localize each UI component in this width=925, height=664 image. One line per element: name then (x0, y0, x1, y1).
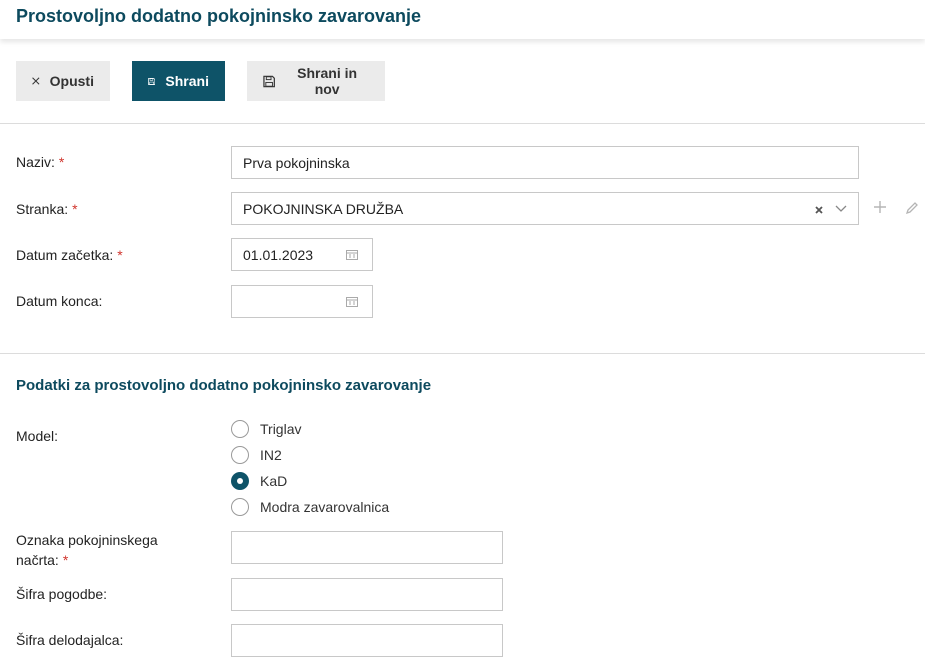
edit-icon[interactable] (905, 201, 919, 215)
radio-label: Triglav (260, 421, 302, 437)
section-title: Podatki za prostovoljno dodatno pokojnin… (16, 377, 432, 394)
page-title: Prostovoljno dodatno pokojninsko zavarov… (16, 6, 422, 26)
oznaka-label: Oznaka pokojninskega načrta: * (16, 532, 158, 568)
required-marker: * (72, 201, 78, 217)
save-button[interactable]: Shrani (132, 61, 225, 101)
required-marker: * (62, 552, 69, 568)
stranka-label: Stranka: * (16, 201, 78, 217)
radio-model-triglav[interactable]: Triglav (231, 420, 302, 438)
radio-model-in2[interactable]: IN2 (231, 446, 282, 464)
radio-model-kad[interactable]: KaD (231, 472, 287, 490)
sifra-pogodbe-input[interactable] (231, 578, 503, 611)
radio-label: IN2 (260, 447, 282, 463)
save-icon (148, 77, 156, 85)
clear-icon[interactable] (815, 206, 823, 214)
required-marker: * (117, 247, 123, 263)
oznaka-input[interactable] (231, 531, 503, 564)
sifra-pogodbe-label: Šifra pogodbe: (16, 586, 108, 602)
save-button-label: Shrani (165, 73, 209, 89)
sifra-delodajalca-label: Šifra delodajalca: (16, 632, 124, 648)
radio-label: KaD (260, 473, 288, 489)
sifra-delodajalca-input[interactable] (231, 624, 503, 657)
save-and-new-button-label: Shrani in nov (297, 65, 358, 97)
required-marker: * (58, 154, 65, 170)
radio-label: Modra zavarovalnica (260, 499, 390, 515)
close-icon (32, 77, 40, 85)
radio-button[interactable] (231, 446, 249, 464)
cancel-button[interactable]: Opusti (16, 61, 110, 101)
radio-button[interactable] (231, 420, 249, 438)
calendar-icon[interactable] (346, 296, 358, 307)
model-label: Model: (16, 428, 59, 444)
radio-button[interactable] (231, 498, 249, 516)
naziv-value: Prva pokojninska (243, 154, 350, 171)
datum-zacetka-input[interactable]: 01.01.2023 (231, 238, 373, 271)
divider (0, 123, 925, 124)
datum-konca-input[interactable] (231, 285, 373, 318)
divider (0, 353, 925, 354)
datum-zacetka-label: Datum začetka: * (16, 247, 123, 263)
cancel-button-label: Opusti (49, 73, 94, 89)
stranka-value: POKOJNINSKA DRUŽBA (243, 200, 404, 217)
save-and-new-button[interactable]: Shrani in nov (247, 61, 385, 101)
save-icon (263, 75, 275, 87)
naziv-label: Naziv: * (16, 154, 65, 170)
title-bar: Prostovoljno dodatno pokojninsko zavarov… (0, 0, 925, 39)
stranka-select[interactable]: POKOJNINSKA DRUŽBA (231, 192, 859, 225)
naziv-input[interactable]: Prva pokojninska (231, 146, 859, 179)
datum-zacetka-value: 01.01.2023 (243, 246, 314, 263)
calendar-icon[interactable] (346, 249, 358, 260)
add-icon[interactable] (874, 201, 886, 213)
radio-button-selected[interactable] (231, 472, 249, 490)
radio-model-modra[interactable]: Modra zavarovalnica (231, 498, 389, 516)
chevron-down-icon[interactable] (835, 205, 847, 213)
datum-konca-label: Datum konca: (16, 293, 103, 309)
